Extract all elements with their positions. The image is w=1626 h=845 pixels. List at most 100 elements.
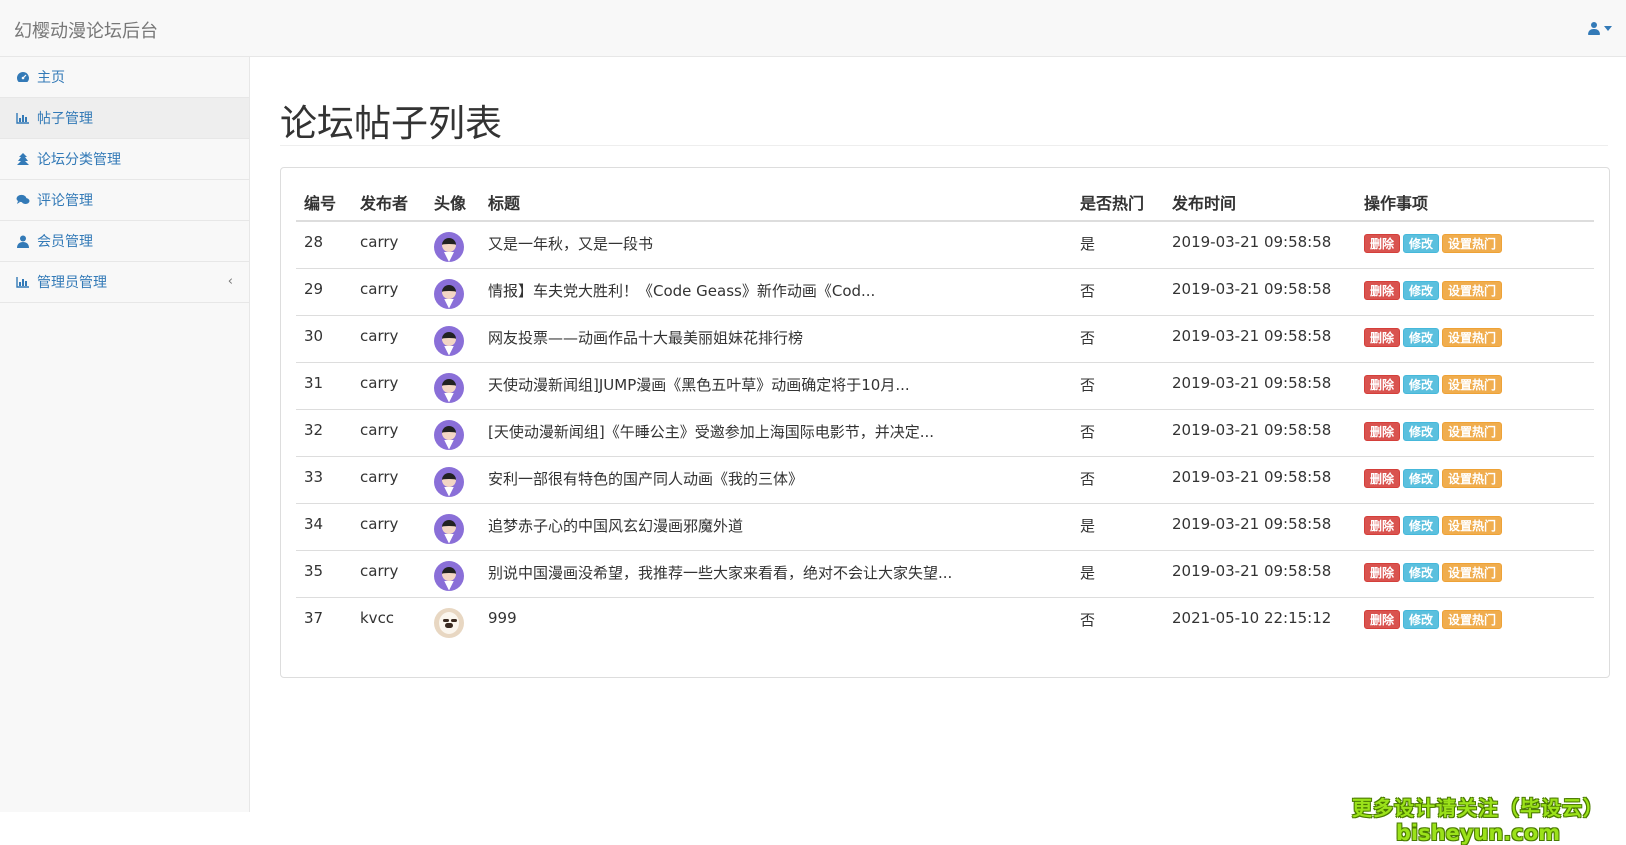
post-time: 2019-03-21 09:58:58 xyxy=(1164,550,1356,598)
delete-button[interactable]: 删除 xyxy=(1364,374,1401,394)
col-header-author: 发布者 xyxy=(352,183,426,222)
sidebar-item-label: 帖子管理 xyxy=(37,111,93,127)
post-id: 28 xyxy=(296,221,352,269)
avatar xyxy=(434,560,464,591)
title-divider xyxy=(280,145,1608,146)
main-content: 论坛帖子列表 编号 发布者 头像 标题 是否热门 发布时间 操作事项 28 car… xyxy=(250,57,1626,845)
table-row: 32 carry [天使动漫新闻组]《午睡公主》受邀参加上海国际电影节，并决定...… xyxy=(296,409,1594,457)
set-hot-button[interactable]: 设置热门 xyxy=(1442,327,1503,347)
post-title: 追梦赤子心的中国风玄幻漫画邪魔外道 xyxy=(480,503,1072,551)
user-menu-toggle[interactable] xyxy=(1588,22,1612,35)
posts-table: 编号 发布者 头像 标题 是否热门 发布时间 操作事项 28 carry 又是一年秋… xyxy=(296,183,1594,644)
delete-button[interactable]: 删除 xyxy=(1364,515,1401,535)
avatar xyxy=(434,325,464,356)
delete-button[interactable]: 删除 xyxy=(1364,234,1401,253)
post-id: 31 xyxy=(296,362,352,410)
delete-button[interactable]: 删除 xyxy=(1364,421,1401,441)
set-hot-button[interactable]: 设置热门 xyxy=(1442,562,1503,582)
page-title: 论坛帖子列表 xyxy=(280,102,502,145)
top-navbar: 幻樱动漫论坛后台 xyxy=(0,0,1626,57)
app-brand[interactable]: 幻樱动漫论坛后台 xyxy=(14,17,158,43)
actions-cell: 删除 修改 设置热门 xyxy=(1356,268,1594,316)
avatar-cell xyxy=(426,456,480,504)
post-title: [天使动漫新闻组]《午睡公主》受邀参加上海国际电影节，并决定... xyxy=(480,409,1072,457)
sidebar: 主页 帖子管理 论坛分类管理 评论管理 会员管理 管理员管理 ‹ xyxy=(0,57,250,812)
avatar xyxy=(434,466,464,497)
col-header-id: 编号 xyxy=(296,183,352,222)
col-header-hot: 是否热门 xyxy=(1072,183,1164,222)
post-time: 2019-03-21 09:58:58 xyxy=(1164,456,1356,504)
bar-chart-icon xyxy=(16,276,30,288)
user-icon xyxy=(1588,22,1600,35)
sidebar-item-posts[interactable]: 帖子管理 xyxy=(0,98,249,139)
avatar xyxy=(434,419,464,450)
edit-button[interactable]: 修改 xyxy=(1403,421,1440,441)
post-id: 34 xyxy=(296,503,352,551)
set-hot-button[interactable]: 设置热门 xyxy=(1442,609,1503,629)
avatar xyxy=(434,513,464,544)
edit-button[interactable]: 修改 xyxy=(1403,562,1440,582)
col-header-avatar: 头像 xyxy=(426,183,480,222)
sidebar-item-label: 论坛分类管理 xyxy=(37,152,121,168)
table-row: 37 kvcc 999 否 2021-05-10 22:15:12 删除 修改 设置热门 xyxy=(296,597,1594,644)
post-hot: 否 xyxy=(1072,362,1164,410)
table-row: 34 carry 追梦赤子心的中国风玄幻漫画邪魔外道是 2019-03-21 09:5… xyxy=(296,503,1594,551)
actions-cell: 删除 修改 设置热门 xyxy=(1356,362,1594,410)
set-hot-button[interactable]: 设置热门 xyxy=(1442,374,1503,394)
post-time: 2021-05-10 22:15:12 xyxy=(1172,608,1332,627)
watermark-line1: 更多设计请关注（毕设云） xyxy=(1352,796,1604,820)
post-author: carry xyxy=(352,409,426,457)
post-id: 32 xyxy=(296,409,352,457)
sidebar-item-label: 管理员管理 xyxy=(37,275,107,291)
set-hot-button[interactable]: 设置热门 xyxy=(1442,468,1503,488)
sidebar-item-admins[interactable]: 管理员管理 ‹ xyxy=(0,262,249,303)
edit-button[interactable]: 修改 xyxy=(1403,468,1440,488)
sidebar-item-members[interactable]: 会员管理 xyxy=(0,221,249,262)
post-author: carry xyxy=(352,456,426,504)
set-hot-button[interactable]: 设置热门 xyxy=(1442,421,1503,441)
edit-button[interactable]: 修改 xyxy=(1403,327,1440,347)
post-hot: 是 xyxy=(1072,503,1164,551)
table-row: 31 carry 天使动漫新闻组]JUMP漫画《黑色五叶草》动画确定将于10月...… xyxy=(296,362,1594,410)
delete-button[interactable]: 删除 xyxy=(1364,327,1401,347)
delete-button[interactable]: 删除 xyxy=(1364,609,1401,629)
post-title: 天使动漫新闻组]JUMP漫画《黑色五叶草》动画确定将于10月... xyxy=(480,362,1072,410)
edit-button[interactable]: 修改 xyxy=(1403,374,1440,394)
edit-button[interactable]: 修改 xyxy=(1403,609,1440,629)
set-hot-button[interactable]: 设置热门 xyxy=(1442,280,1503,300)
actions-cell: 删除 修改 设置热门 xyxy=(1356,456,1594,504)
post-author: carry xyxy=(352,503,426,551)
avatar-cell xyxy=(426,268,480,316)
actions-cell: 删除 修改 设置热门 xyxy=(1356,315,1594,363)
edit-button[interactable]: 修改 xyxy=(1403,515,1440,535)
avatar-cell xyxy=(426,362,480,410)
post-hot: 否 xyxy=(1072,456,1164,504)
watermark: 更多设计请关注（毕设云） bisheyun.com xyxy=(1352,792,1604,845)
chevron-left-icon: ‹ xyxy=(227,274,233,289)
edit-button[interactable]: 修改 xyxy=(1403,234,1440,253)
watermark-line2: bisheyun.com xyxy=(1395,821,1561,845)
post-title: 别说中国漫画没希望，我推荐一些大家来看看，绝对不会让大家失望... xyxy=(480,550,1072,598)
post-title: 999 xyxy=(488,608,517,627)
comments-icon xyxy=(16,194,30,206)
post-author: carry xyxy=(352,221,426,269)
delete-button[interactable]: 删除 xyxy=(1364,562,1401,582)
avatar-cell xyxy=(426,315,480,363)
post-title: 又是一年秋，又是一段书 xyxy=(480,221,1072,269)
delete-button[interactable]: 删除 xyxy=(1364,468,1401,488)
actions-cell: 删除 修改 设置热门 xyxy=(1356,597,1594,644)
delete-button[interactable]: 删除 xyxy=(1364,280,1401,300)
edit-button[interactable]: 修改 xyxy=(1403,280,1440,300)
avatar xyxy=(434,607,464,638)
set-hot-button[interactable]: 设置热门 xyxy=(1442,515,1503,535)
set-hot-button[interactable]: 设置热门 xyxy=(1442,234,1503,253)
post-author: carry xyxy=(352,550,426,598)
post-hot: 是 xyxy=(1072,550,1164,598)
post-title: 情报】车夫党大胜利！《Code Geass》新作动画《Cod... xyxy=(480,268,1072,316)
post-id: 29 xyxy=(296,268,352,316)
post-id: 37 xyxy=(304,608,324,627)
sidebar-item-categories[interactable]: 论坛分类管理 xyxy=(0,139,249,180)
post-time: 2019-03-21 09:58:58 xyxy=(1164,221,1356,269)
sidebar-item-comments[interactable]: 评论管理 xyxy=(0,180,249,221)
sidebar-item-home[interactable]: 主页 xyxy=(0,57,249,98)
